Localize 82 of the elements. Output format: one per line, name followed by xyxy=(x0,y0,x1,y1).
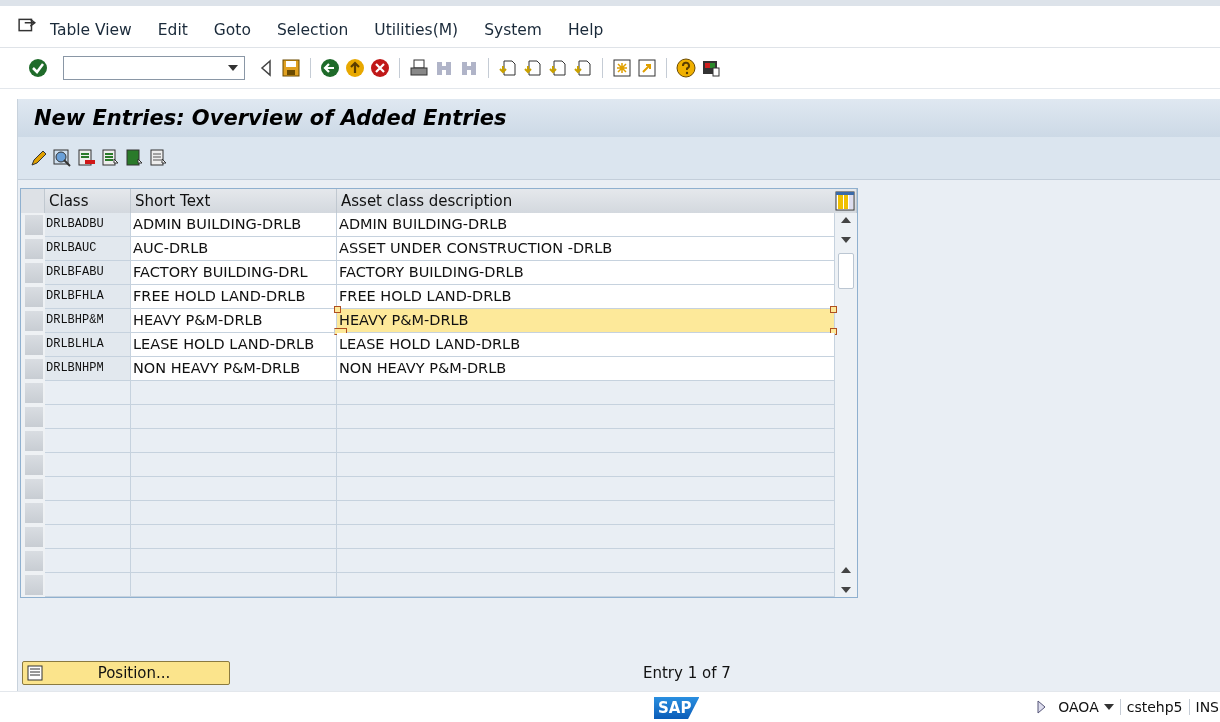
table-cell: DRLBAUC xyxy=(45,237,131,261)
menu-item[interactable]: Goto xyxy=(213,21,251,39)
row-selector[interactable] xyxy=(21,333,45,357)
deselect-icon[interactable] xyxy=(148,148,168,168)
menu-item[interactable]: Utilities(M) xyxy=(374,21,459,39)
save-icon[interactable] xyxy=(281,58,301,78)
cancel-icon[interactable] xyxy=(370,58,390,78)
window-icon[interactable] xyxy=(612,58,632,78)
row-selector[interactable] xyxy=(21,381,45,405)
table-cell: DRLBFABU xyxy=(45,261,131,285)
header-corner xyxy=(21,189,45,213)
scroll-down-icon[interactable] xyxy=(841,237,851,243)
page-arrow-icon[interactable] xyxy=(498,58,518,78)
list-icon xyxy=(27,665,43,681)
input-cell[interactable]: FREE HOLD LAND-DRLB xyxy=(337,285,835,309)
row-selector[interactable] xyxy=(21,285,45,309)
menu-item[interactable]: System xyxy=(484,21,542,39)
row-selector[interactable] xyxy=(21,429,45,453)
input-cell[interactable]: LEASE HOLD LAND-DRLB xyxy=(337,333,835,357)
select-block-icon[interactable] xyxy=(124,148,144,168)
back-icon[interactable] xyxy=(320,58,340,78)
table-cell: LEASE HOLD LAND-DRLB xyxy=(131,333,337,357)
input-mode: INS xyxy=(1188,699,1219,715)
help-icon[interactable] xyxy=(676,58,696,78)
screen-title: New Entries: Overview of Added Entries xyxy=(34,106,507,130)
table-cell: DRLBHP&M xyxy=(45,309,131,333)
row-selector[interactable] xyxy=(21,309,45,333)
row-selector[interactable] xyxy=(21,525,45,549)
page-arrow-icon[interactable] xyxy=(548,58,568,78)
menu-icon[interactable] xyxy=(18,17,36,33)
row-selector[interactable] xyxy=(21,549,45,573)
page-arrow-icon[interactable] xyxy=(523,58,543,78)
command-field[interactable] xyxy=(63,56,245,80)
row-selector[interactable] xyxy=(21,477,45,501)
page-arrow-icon[interactable] xyxy=(573,58,593,78)
table-cell: FREE HOLD LAND-DRLB xyxy=(131,285,337,309)
scroll-up-icon[interactable] xyxy=(841,567,851,573)
input-cell[interactable]: ASSET UNDER CONSTRUCTION -DRLB xyxy=(337,237,835,261)
table-cell: ADMIN BUILDING-DRLB xyxy=(131,213,337,237)
row-selector[interactable] xyxy=(21,405,45,429)
sap-logo: SAP xyxy=(654,697,700,719)
transaction-code[interactable]: OAOA xyxy=(1058,699,1114,715)
menu-item[interactable]: Edit xyxy=(157,21,188,39)
shortcut-icon[interactable] xyxy=(637,58,657,78)
row-selector[interactable] xyxy=(21,261,45,285)
entry-count: Entry 1 of 7 xyxy=(643,664,731,682)
table-cell: DRLBADBU xyxy=(45,213,131,237)
input-cell[interactable]: FACTORY BUILDING-DRLB xyxy=(337,261,835,285)
row-selector[interactable] xyxy=(21,237,45,261)
magnifier-icon[interactable] xyxy=(52,148,72,168)
input-cell[interactable]: ADMIN BUILDING-DRLB xyxy=(337,213,835,237)
table-cell: AUC-DRLB xyxy=(131,237,337,261)
check-icon[interactable] xyxy=(28,58,48,78)
triangle-right-icon[interactable] xyxy=(1036,700,1047,714)
delete-row-icon[interactable] xyxy=(76,148,96,168)
table-cell: DRLBNHPM xyxy=(45,357,131,381)
menu-item[interactable]: Table View xyxy=(50,21,132,39)
table-cell: DRLBFHLA xyxy=(45,285,131,309)
input-cell[interactable]: NON HEAVY P&M-DRLB xyxy=(337,357,835,381)
scroll-down-icon[interactable] xyxy=(841,587,851,593)
scrollbar[interactable] xyxy=(835,213,857,597)
select-all-icon[interactable] xyxy=(100,148,120,168)
caret-icon[interactable] xyxy=(228,65,238,71)
table-cell: NON HEAVY P&M-DRLB xyxy=(131,357,337,381)
row-selector[interactable] xyxy=(21,453,45,477)
row-selector[interactable] xyxy=(21,501,45,525)
monitor-icon[interactable] xyxy=(701,58,721,78)
table-cell: HEAVY P&M-DRLB xyxy=(131,309,337,333)
menu-item[interactable]: Selection xyxy=(276,21,349,39)
row-selector[interactable] xyxy=(21,213,45,237)
server-name: cstehp5 xyxy=(1119,699,1183,715)
position-button[interactable]: Position... xyxy=(22,661,230,685)
row-selector[interactable] xyxy=(21,573,45,597)
input-cell[interactable]: HEAVY P&M-DRLB xyxy=(337,309,835,333)
print-icon[interactable] xyxy=(409,58,429,78)
column-settings-icon[interactable] xyxy=(835,191,855,211)
menu-item[interactable]: Help xyxy=(567,21,604,39)
scroll-thumb[interactable] xyxy=(838,253,854,289)
row-selector[interactable] xyxy=(21,357,45,381)
table-cell: DRLBLHLA xyxy=(45,333,131,357)
scroll-up-icon[interactable] xyxy=(841,217,851,223)
table-cell: FACTORY BUILDING-DRL xyxy=(131,261,337,285)
